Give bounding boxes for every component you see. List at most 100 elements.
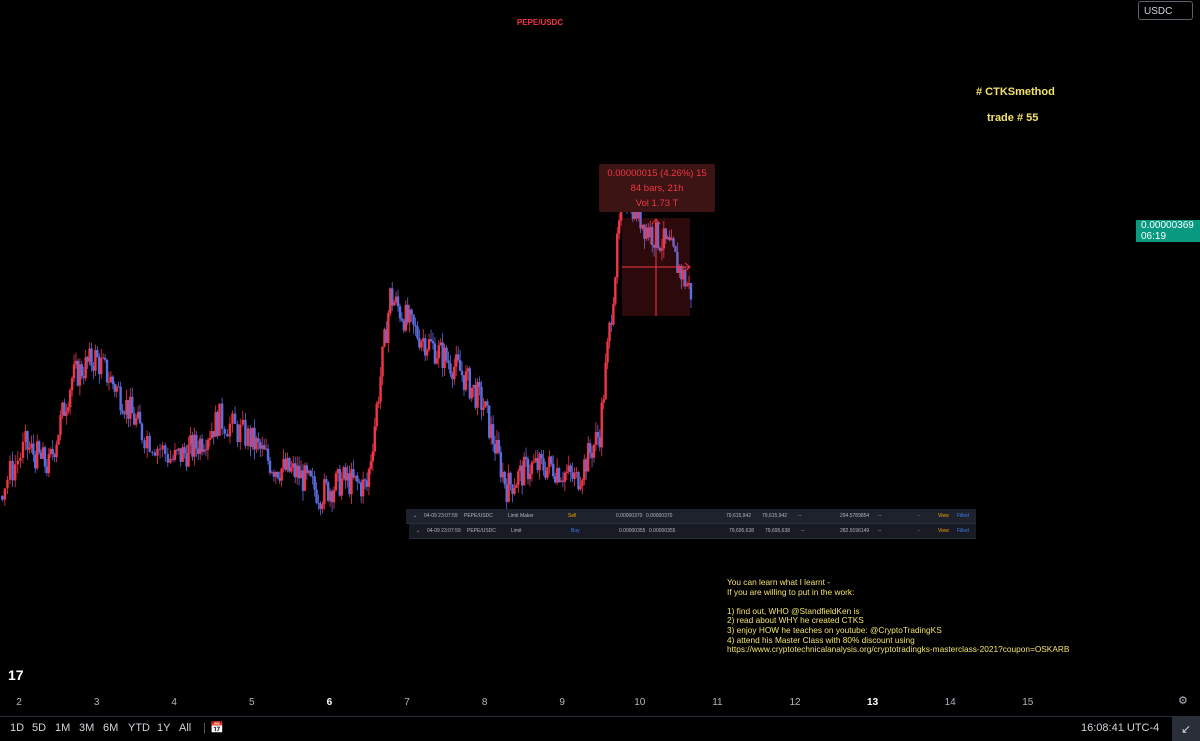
candle-body	[542, 458, 545, 471]
x-tick-label: 5	[249, 697, 255, 708]
candle-body	[379, 376, 382, 402]
bar-countdown: 06:19	[1141, 231, 1167, 242]
candle-body	[377, 401, 380, 404]
clock: 16:08:41 UTC-4	[1081, 722, 1160, 734]
candle-body	[90, 348, 93, 366]
calendar-icon[interactable]: 📅	[210, 717, 224, 739]
candle-body	[387, 312, 390, 343]
order-time: 04-09 23:07:59	[424, 513, 458, 519]
candle-body	[65, 411, 68, 416]
candle-body	[689, 283, 693, 300]
candle-body	[375, 403, 378, 427]
candle-body	[14, 464, 17, 481]
expand-icon[interactable]: ↙	[1172, 717, 1200, 741]
candle-body	[573, 472, 576, 479]
candle-body	[437, 345, 440, 359]
candle-body	[228, 423, 232, 437]
candle-body	[447, 360, 450, 364]
candle-body	[138, 411, 142, 424]
candle-body	[456, 354, 460, 361]
bottom-toolbar: 1D 5D 1M 3M 6M YTD 1Y All | 📅 16:08:41 U…	[0, 716, 1200, 741]
candle-body	[410, 309, 413, 315]
candle-body	[602, 399, 605, 403]
candle-body	[478, 381, 481, 387]
candle-body	[486, 401, 489, 406]
candle-body	[80, 364, 84, 377]
order-dash: --	[878, 513, 882, 519]
candle-body	[540, 454, 543, 459]
order-view-link[interactable]: View	[938, 513, 949, 519]
range-button-1d[interactable]: 1D	[10, 717, 24, 739]
candle-body	[313, 476, 316, 490]
x-tick-label: 11	[712, 697, 723, 708]
candle-body	[143, 440, 146, 449]
candle-body	[491, 424, 495, 444]
candle-body	[396, 296, 400, 307]
candle-body	[257, 438, 260, 443]
expand-icon[interactable]: ⌄	[413, 513, 417, 519]
candle-body	[158, 448, 162, 450]
candle-body	[431, 341, 435, 344]
candle-body	[72, 364, 76, 379]
candle-body	[361, 479, 365, 497]
order-status: Filled	[957, 528, 969, 534]
candle-body	[482, 407, 485, 410]
range-button-6m[interactable]: 6M	[103, 717, 118, 739]
candle-body	[239, 424, 242, 443]
candle-body	[187, 444, 190, 467]
candle-body	[497, 440, 501, 453]
candle-body	[241, 419, 245, 425]
x-tick-label: 13	[867, 697, 879, 708]
candle-body	[70, 378, 74, 391]
candle-body	[111, 376, 115, 385]
candle-body	[420, 341, 423, 348]
x-tick-label: 10	[634, 697, 646, 708]
candle-body	[596, 431, 600, 438]
candle-body	[32, 443, 35, 455]
range-button-1y[interactable]: 1Y	[157, 717, 170, 739]
candle-body	[528, 473, 532, 480]
candle-body	[226, 433, 229, 437]
candle-body	[43, 447, 47, 467]
candle-body	[367, 469, 371, 487]
gear-icon[interactable]: ⚙	[1178, 694, 1188, 707]
candle-body	[524, 456, 528, 460]
candle-body	[340, 478, 343, 496]
range-button-all[interactable]: All	[179, 717, 191, 739]
candle-body	[608, 322, 611, 342]
candle-body	[166, 453, 170, 463]
candle-body	[183, 447, 186, 453]
candle-body	[381, 346, 384, 377]
candle-body	[321, 504, 324, 510]
chart-title: PEPE/USDC	[516, 18, 564, 27]
candle-body	[309, 470, 312, 477]
measure-tooltip: 0.00000015 (4.26%) 15 84 bars, 21h Vol 1…	[599, 164, 715, 212]
expand-icon[interactable]: ⌄	[416, 528, 420, 534]
range-button-5d[interactable]: 5D	[32, 717, 46, 739]
candle-body	[206, 440, 210, 450]
candle-body	[453, 366, 456, 380]
candle-body	[550, 456, 553, 464]
order-pair: PEPE/USDC	[467, 528, 496, 534]
order-history: ⌄ 04-09 23:07:59 PEPE/USDC Limit Maker S…	[406, 509, 976, 539]
candle-body	[429, 339, 433, 342]
order-view-link[interactable]: View	[938, 528, 949, 534]
candle-body	[57, 434, 60, 445]
order-side: Sell	[568, 513, 577, 519]
currency-selector[interactable]: USDC	[1138, 1, 1193, 20]
measure-line-2: 84 bars, 21h	[630, 183, 684, 194]
order-filled: 79,615,942	[762, 513, 788, 519]
range-button-3m[interactable]: 3M	[79, 717, 94, 739]
x-tick-label: 7	[404, 697, 410, 708]
range-button-1m[interactable]: 1M	[55, 717, 70, 739]
tradingview-logo-icon[interactable]: 17	[8, 667, 24, 683]
order-dash: --	[798, 513, 802, 519]
candle-body	[616, 233, 619, 278]
candle-body	[59, 414, 62, 435]
order-time: 04-09 23:07:59	[427, 528, 461, 534]
range-button-ytd[interactable]: YTD	[128, 717, 150, 739]
candle-body	[96, 350, 99, 357]
order-status: Filled	[957, 513, 969, 519]
candle-body	[276, 471, 279, 478]
last-price-tag: 0.00000369 06:19	[1136, 220, 1200, 242]
